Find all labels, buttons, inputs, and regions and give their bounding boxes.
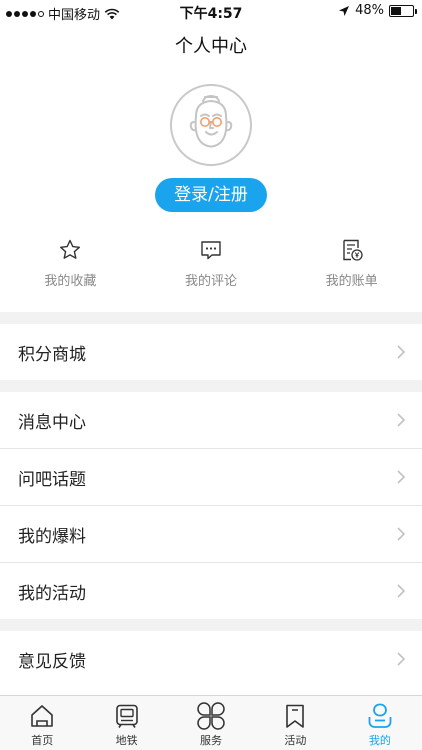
chevron-right-icon (397, 413, 406, 427)
tab-bar: 首页 地铁 服务 活动 我的 (0, 695, 422, 750)
messages-label: 消息中心 (18, 412, 86, 433)
favorites-action[interactable]: 我的收藏 (0, 238, 141, 298)
tab-home[interactable]: 首页 (0, 696, 84, 750)
quick-actions: 我的收藏 我的评论 我的账单 (0, 238, 422, 298)
tab-service[interactable]: 服务 (169, 696, 253, 750)
menu-item-points-mall[interactable]: 积分商城 (0, 324, 422, 380)
points-mall-label: 积分商城 (18, 344, 86, 365)
tab-home-label: 首页 (31, 734, 54, 747)
section-gap (0, 312, 422, 324)
page-title: 个人中心 (175, 36, 247, 57)
tab-metro-label: 地铁 (115, 734, 138, 747)
avatar[interactable] (170, 84, 252, 166)
menu-item-ask-topics[interactable]: 问吧话题 (0, 449, 422, 505)
favorites-label: 我的收藏 (44, 274, 97, 289)
bills-action[interactable]: 我的账单 (281, 238, 422, 298)
menu-item-feedback[interactable]: 意见反馈 (0, 631, 422, 687)
location-arrow-icon (339, 5, 350, 16)
login-register-button[interactable]: 登录/注册 (155, 178, 267, 212)
section-gap (0, 380, 422, 392)
chevron-right-icon (397, 345, 406, 359)
menu-item-my-activities[interactable]: 我的活动 (0, 563, 422, 619)
battery-icon (389, 4, 417, 17)
status-bar: 中国移动 下午4:57 48% (0, 0, 422, 24)
bill-icon (342, 239, 363, 261)
cartoon-avatar-icon (189, 95, 233, 148)
tab-service-label: 服务 (200, 734, 223, 747)
metro-icon (115, 704, 138, 728)
tab-activity-label: 活动 (284, 734, 307, 747)
tab-metro[interactable]: 地铁 (84, 696, 168, 750)
battery-fill (391, 6, 402, 15)
tab-activity[interactable]: 活动 (253, 696, 337, 750)
section-gap (0, 619, 422, 631)
bookmark-icon (286, 704, 305, 728)
tab-profile[interactable]: 我的 (338, 696, 422, 750)
home-icon (31, 705, 54, 727)
tab-profile-label: 我的 (368, 734, 391, 747)
chevron-right-icon (397, 527, 406, 541)
profile-icon (368, 703, 392, 728)
comment-icon (201, 241, 221, 260)
comments-action[interactable]: 我的评论 (141, 238, 282, 298)
menu-item-messages[interactable]: 消息中心 (0, 392, 422, 448)
star-icon (60, 239, 81, 259)
comments-label: 我的评论 (185, 274, 238, 289)
chevron-right-icon (397, 584, 406, 598)
chevron-right-icon (397, 470, 406, 484)
my-reports-label: 我的爆料 (18, 526, 86, 547)
menu-item-my-reports[interactable]: 我的爆料 (0, 506, 422, 562)
battery-percent: 48% (355, 3, 384, 18)
chevron-right-icon (397, 652, 406, 666)
my-activities-label: 我的活动 (18, 583, 86, 604)
service-icon (197, 702, 225, 730)
bills-label: 我的账单 (325, 274, 378, 289)
status-right: 48% (338, 3, 417, 18)
ask-topics-label: 问吧话题 (18, 469, 86, 490)
feedback-label: 意见反馈 (18, 651, 86, 672)
